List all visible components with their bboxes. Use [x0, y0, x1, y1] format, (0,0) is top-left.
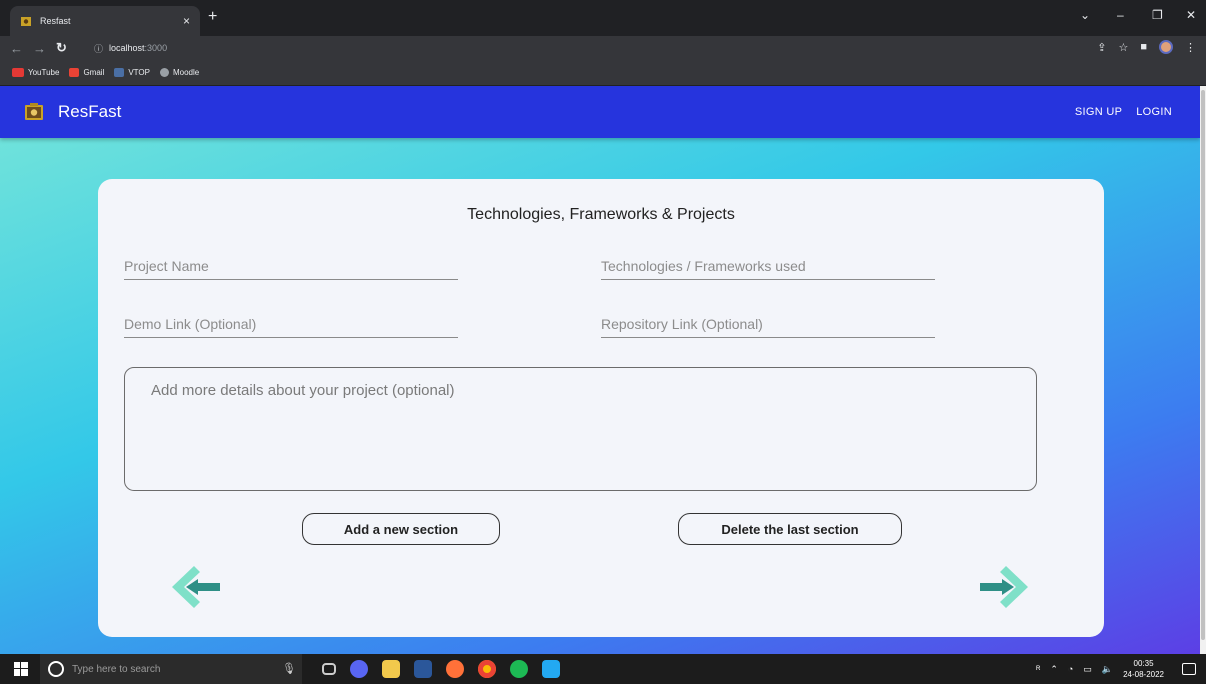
signup-link[interactable]: SIGN UP [1075, 106, 1122, 118]
notification-icon[interactable] [1182, 663, 1196, 675]
url-port: :3000 [144, 43, 168, 53]
windows-start-icon[interactable] [14, 662, 28, 676]
bookmark-moodle[interactable]: Moodle [159, 68, 200, 77]
bookmarks-bar: YouTube Gmail VTOP Moodle [0, 60, 1206, 86]
tab-search-icon[interactable]: ⌄ [1080, 8, 1090, 22]
delete-section-button[interactable]: Delete the last section [678, 513, 902, 545]
app-header: ResFast SIGN UP LOGIN [0, 86, 1200, 138]
section-title: Technologies, Frameworks & Projects [467, 206, 735, 223]
back-arrow-icon[interactable] [170, 564, 222, 610]
os-taskbar: Type here to search 🎙 ᴿ ⌃ ◔ ▭ 🔈 00:35 24… [0, 654, 1206, 684]
bookmark-label: YouTube [28, 68, 60, 77]
chrome-icon[interactable] [478, 660, 496, 678]
bookmark-label: Gmail [83, 68, 105, 77]
microphone-icon[interactable]: 🎙 [282, 662, 296, 675]
word-icon[interactable] [414, 660, 432, 678]
taskbar-search-placeholder: Type here to search [72, 663, 161, 675]
battery-icon[interactable]: ▭ [1083, 664, 1092, 675]
new-tab-button[interactable]: + [208, 8, 217, 26]
brand-name[interactable]: ResFast [58, 102, 121, 122]
taskbar-clock[interactable]: 00:35 24-08-2022 [1123, 658, 1164, 680]
demo-link-input[interactable] [124, 310, 458, 338]
task-view-icon[interactable] [322, 663, 336, 675]
side-panel-icon[interactable]: ■ [1140, 41, 1147, 53]
bookmark-label: VTOP [128, 68, 150, 77]
bookmark-youtube[interactable]: YouTube [12, 68, 59, 77]
clock-time: 00:35 [1133, 659, 1154, 668]
taskbar-apps [322, 654, 560, 684]
project-name-input[interactable] [124, 252, 458, 280]
page-scrollbar[interactable] [1200, 86, 1206, 654]
wifi-icon[interactable]: ◔ [1068, 664, 1073, 674]
browser-tab-bar: Resfast × + ⌄ – ❐ ✕ [0, 0, 1206, 36]
file-explorer-icon[interactable] [382, 660, 400, 678]
profile-avatar[interactable] [1159, 40, 1173, 54]
next-arrow-icon[interactable] [978, 564, 1030, 610]
spotify-icon[interactable] [510, 660, 528, 678]
header-nav: SIGN UP LOGIN [1075, 86, 1172, 138]
discord-icon[interactable] [350, 660, 368, 678]
system-tray: ᴿ ⌃ ◔ ▭ 🔈 00:35 24-08-2022 [1036, 654, 1196, 684]
back-icon[interactable]: ← [10, 41, 23, 56]
tray-overflow-icon[interactable]: ⌃ [1050, 664, 1058, 675]
project-form-card: Technologies, Frameworks & Projects Add … [98, 179, 1104, 637]
bookmark-vtop[interactable]: VTOP [114, 68, 150, 77]
site-info-icon[interactable]: ⓘ [94, 42, 103, 55]
youtube-icon [12, 68, 24, 77]
people-icon[interactable]: ᴿ [1036, 664, 1040, 674]
bookmark-star-icon[interactable]: ☆ [1118, 41, 1128, 54]
globe-icon [159, 68, 169, 77]
bookmark-gmail[interactable]: Gmail [69, 68, 104, 77]
add-section-button[interactable]: Add a new section [302, 513, 500, 545]
browser-toolbar: ← → ↻ ⓘ localhost:3000 ⇪ ☆ ■ ⋮ [0, 36, 1206, 60]
vscode-icon[interactable] [542, 660, 560, 678]
volume-icon[interactable]: 🔈 [1102, 664, 1113, 675]
forward-icon[interactable]: → [33, 41, 46, 56]
app-viewport: ResFast SIGN UP LOGIN Technologies, Fram… [0, 86, 1200, 654]
bookmark-label: Moodle [172, 68, 200, 77]
minimize-icon[interactable]: – [1117, 8, 1124, 22]
tab-title: Resfast [40, 16, 71, 26]
restore-icon[interactable]: ❐ [1152, 8, 1163, 22]
close-window-icon[interactable]: ✕ [1186, 8, 1196, 22]
tab-close-icon[interactable]: × [183, 14, 190, 28]
technologies-input[interactable] [601, 252, 935, 280]
firefox-icon[interactable] [446, 660, 464, 678]
address-bar[interactable]: ⓘ localhost:3000 [94, 38, 1144, 58]
scrollbar-thumb[interactable] [1201, 90, 1205, 640]
taskbar-search[interactable]: Type here to search 🎙 [40, 654, 302, 684]
clock-date: 24-08-2022 [1123, 670, 1164, 679]
share-icon[interactable]: ⇪ [1097, 41, 1106, 54]
login-link[interactable]: LOGIN [1136, 106, 1172, 118]
vtop-icon [114, 68, 125, 77]
url-host: localhost [109, 43, 145, 53]
reload-icon[interactable]: ↻ [56, 40, 67, 56]
cortana-icon [48, 661, 64, 677]
project-details-textarea[interactable] [124, 367, 1037, 491]
gmail-icon [69, 68, 80, 77]
menu-kebab-icon[interactable]: ⋮ [1185, 41, 1196, 54]
resfast-favicon-icon [21, 17, 31, 26]
repository-link-input[interactable] [601, 310, 935, 338]
browser-tab[interactable]: Resfast × [10, 6, 200, 36]
resfast-logo-icon[interactable] [24, 102, 44, 122]
